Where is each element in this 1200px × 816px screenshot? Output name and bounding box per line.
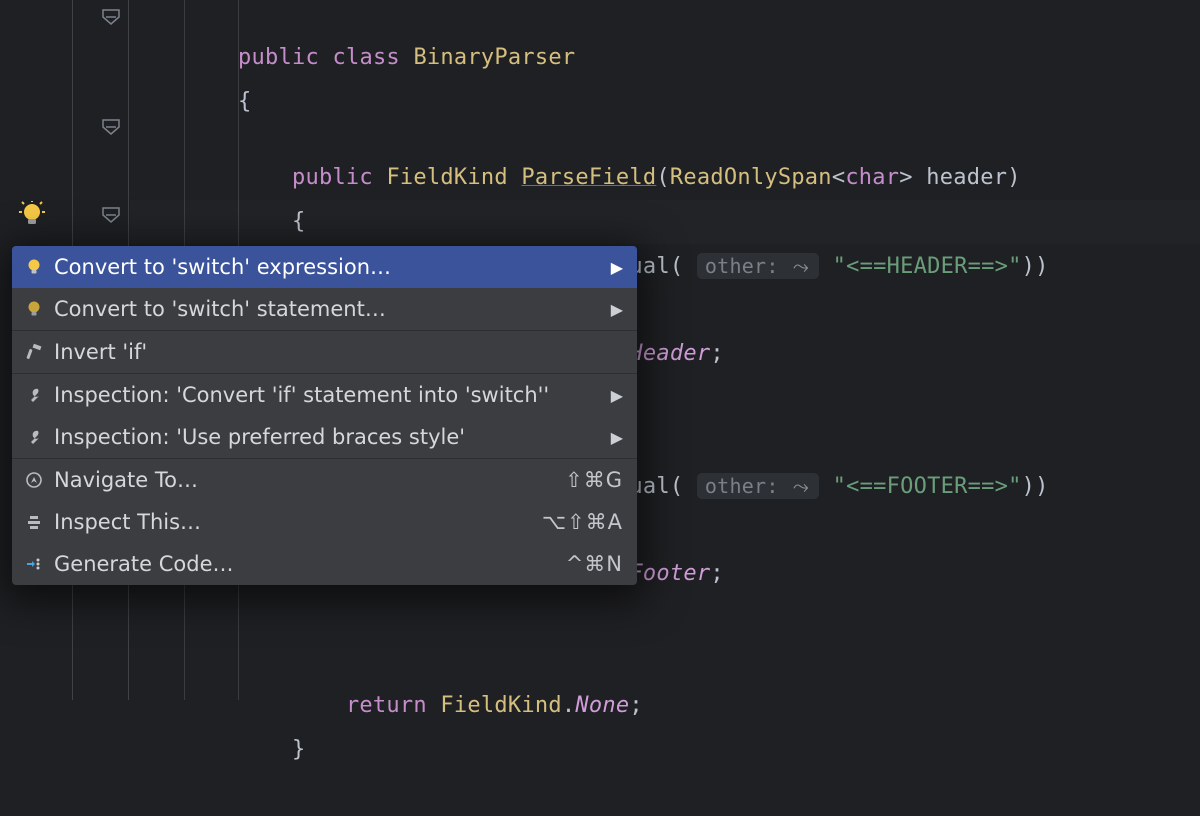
stack-icon [24, 512, 44, 532]
bulb-dim-icon [24, 299, 44, 319]
menu-item-inspect-this[interactable]: Inspect This… ⌥⇧⌘A [12, 501, 637, 543]
submenu-chevron-icon: ▶ [611, 428, 623, 447]
fold-handle-icon[interactable] [99, 206, 123, 224]
menu-item-shortcut: ^⌘N [566, 552, 623, 576]
generate-icon [24, 554, 44, 574]
code-line: { [130, 156, 305, 200]
menu-item-label: Invert 'if' [54, 340, 623, 364]
menu-item-inspection-convert-if-to-switch[interactable]: Inspection: 'Convert 'if' statement into… [12, 374, 637, 416]
menu-item-label: Convert to 'switch' expression… [54, 255, 601, 279]
menu-item-label: Inspect This… [54, 510, 532, 534]
menu-item-inspection-braces-style[interactable]: Inspection: 'Use preferred braces style'… [12, 416, 637, 458]
intention-context-menu: Convert to 'switch' expression… ▶ Conver… [12, 246, 637, 585]
code-line: public FieldKind ParseField(ReadOnlySpan… [130, 112, 1021, 156]
submenu-chevron-icon: ▶ [611, 258, 623, 277]
menu-item-generate-code[interactable]: Generate Code… ^⌘N [12, 543, 637, 585]
menu-item-navigate-to[interactable]: Navigate To… ⇧⌘G [12, 459, 637, 501]
hammer-icon [24, 342, 44, 362]
menu-item-label: Navigate To… [54, 468, 555, 492]
fold-handle-icon[interactable] [99, 8, 123, 26]
code-line: public class BinaryParser [130, 0, 575, 36]
bulb-on-icon [24, 257, 44, 277]
menu-item-label: Convert to 'switch' statement… [54, 297, 601, 321]
submenu-chevron-icon: ▶ [611, 386, 623, 405]
menu-item-invert-if[interactable]: Invert 'if' [12, 331, 637, 373]
menu-item-label: Inspection: 'Use preferred braces style' [54, 425, 601, 449]
code-line: } [130, 684, 305, 728]
menu-item-shortcut: ⇧⌘G [565, 468, 623, 492]
code-line: { [130, 36, 251, 80]
submenu-chevron-icon: ▶ [611, 300, 623, 319]
menu-item-label: Inspection: 'Convert 'if' statement into… [54, 383, 601, 407]
compass-icon [24, 470, 44, 490]
menu-item-convert-switch-expression[interactable]: Convert to 'switch' expression… ▶ [12, 246, 637, 288]
wrench-icon [24, 427, 44, 447]
intention-bulb-icon[interactable] [18, 201, 46, 229]
code-line: if (header.SequenceEqual( other: ⤳ "<==H… [130, 200, 1200, 244]
menu-item-convert-switch-statement[interactable]: Convert to 'switch' statement… ▶ [12, 288, 637, 330]
menu-item-shortcut: ⌥⇧⌘A [542, 510, 623, 534]
fold-handle-icon[interactable] [99, 118, 123, 136]
wrench-icon [24, 385, 44, 405]
menu-item-label: Generate Code… [54, 552, 556, 576]
code-line: return FieldKind.None; [130, 640, 643, 684]
